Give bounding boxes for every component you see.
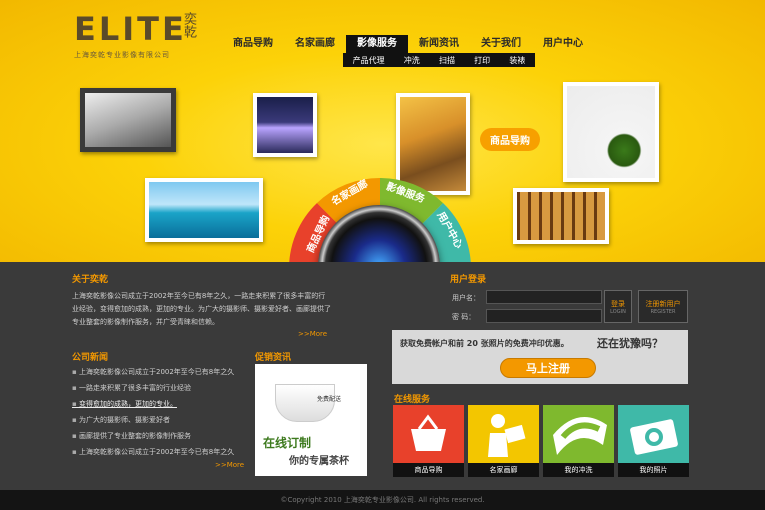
service-gallery[interactable]: 名家画廊: [468, 405, 539, 477]
service-develop-label: 我的冲洗: [543, 463, 614, 477]
camera-icon: [618, 405, 689, 463]
services-title: 在线服务: [394, 395, 431, 405]
login-button-label: 登录: [611, 300, 625, 308]
basket-icon: [393, 405, 464, 463]
username-label: 用户名：: [452, 294, 480, 302]
nav-item-imaging[interactable]: 影像服务: [346, 35, 408, 53]
nav-item-news[interactable]: 新闻资讯: [408, 35, 470, 53]
subnav-item-print[interactable]: 打印: [474, 55, 490, 66]
subnav-item-frame[interactable]: 装裱: [509, 55, 525, 66]
password-label: 密 码：: [452, 313, 476, 321]
about-text: 上海奕乾影像公司成立于2002年至今已有8年之久，一路走来积累了很多丰富的行业经…: [72, 292, 331, 326]
login-title: 用户登录: [450, 275, 487, 285]
sub-nav: 产品代理 冲洗 扫描 打印 装裱: [343, 53, 535, 67]
nav-item-goods[interactable]: 商品导购: [222, 35, 284, 53]
promo-banner[interactable]: 免费配送 在线订制 你的专属茶杯: [255, 364, 367, 476]
logo-cn: 奕乾: [181, 12, 196, 38]
subnav-item-scan[interactable]: 扫描: [439, 55, 455, 66]
news-list: 上海奕乾影像公司成立于2002年至今已有8年之久 一路走来积累了很多丰富的行业经…: [72, 364, 234, 460]
promo-subline: 你的专属茶杯: [289, 456, 349, 467]
free-shipping-tag: 免费配送: [317, 396, 342, 403]
service-goods[interactable]: 商品导购: [393, 405, 464, 477]
news-item[interactable]: 画廊提供了专业整套的影像制作服务: [72, 428, 234, 444]
register-user-label: 注册新用户: [645, 300, 681, 308]
login-button-en: LOGIN: [610, 309, 626, 315]
register-question: 还在犹豫吗？: [597, 337, 663, 350]
register-banner: 获取免费帐户和前 20 张照片的免费冲印优惠。 还在犹豫吗？ 马上注册: [392, 330, 688, 384]
register-now-button[interactable]: 马上注册: [500, 358, 596, 378]
service-develop[interactable]: 我的冲洗: [543, 405, 614, 477]
logo[interactable]: ELITE 奕乾 上海奕乾专业影像有限公司: [74, 10, 196, 60]
about-more-link[interactable]: >>More: [298, 330, 327, 338]
promo-title: 促销资讯: [255, 353, 292, 363]
service-goods-label: 商品导购: [393, 463, 464, 477]
photo-green-fruit: [563, 82, 659, 182]
service-gallery-label: 名家画廊: [468, 463, 539, 477]
subnav-item-agency[interactable]: 产品代理: [353, 55, 385, 66]
subnav-item-develop[interactable]: 冲洗: [404, 55, 420, 66]
nav-item-gallery[interactable]: 名家画廊: [284, 35, 346, 53]
service-photos-label: 我的照片: [618, 463, 689, 477]
login-button[interactable]: 登录 LOGIN: [604, 290, 632, 323]
username-input[interactable]: [486, 290, 602, 304]
photo-island: [145, 178, 263, 242]
logo-subtitle: 上海奕乾专业影像有限公司: [74, 51, 170, 59]
password-input[interactable]: [486, 309, 602, 323]
content-area: 关于奕乾 上海奕乾影像公司成立于2002年至今已有8年之久，一路走来积累了很多丰…: [0, 262, 765, 490]
register-user-en: REGISTER: [650, 309, 676, 315]
cup-image: [275, 384, 335, 422]
news-item[interactable]: 为广大的摄影师、摄影爱好者: [72, 412, 234, 428]
photo-night-lake: [253, 93, 317, 157]
news-item[interactable]: 上海奕乾影像公司成立于2002年至今已有8年之久: [72, 444, 234, 460]
film-icon: [543, 405, 614, 463]
main-nav: 商品导购 名家画廊 影像服务 新闻资讯 关于我们 用户中心: [222, 35, 594, 53]
service-photos[interactable]: 我的照片: [618, 405, 689, 477]
logo-text: ELITE: [74, 10, 187, 48]
promo-headline: 在线订制: [263, 436, 312, 450]
photo-frame-dark: [80, 88, 176, 152]
footer-copyright: ©Copyright 2010 上海奕乾专业影像公司. All rights r…: [0, 490, 765, 510]
person-reading-icon: [468, 405, 539, 463]
news-item[interactable]: 上海奕乾影像公司成立于2002年至今已有8年之久: [72, 364, 234, 380]
news-more-link[interactable]: >>More: [215, 461, 244, 469]
news-item[interactable]: 变得愈加的成熟，更加的专业。: [72, 396, 234, 412]
goods-tag[interactable]: 商品导购: [480, 128, 540, 151]
news-title: 公司新闻: [72, 353, 109, 363]
register-user-button[interactable]: 注册新用户 REGISTER: [638, 290, 688, 323]
register-promo-text: 获取免费帐户和前 20 张照片的免费冲印优惠。: [400, 339, 569, 348]
about-title: 关于奕乾: [72, 275, 109, 285]
nav-item-user[interactable]: 用户中心: [532, 35, 594, 53]
photo-forest: [513, 188, 609, 244]
news-item[interactable]: 一路走来积累了很多丰富的行业经验: [72, 380, 234, 396]
nav-item-about[interactable]: 关于我们: [470, 35, 532, 53]
